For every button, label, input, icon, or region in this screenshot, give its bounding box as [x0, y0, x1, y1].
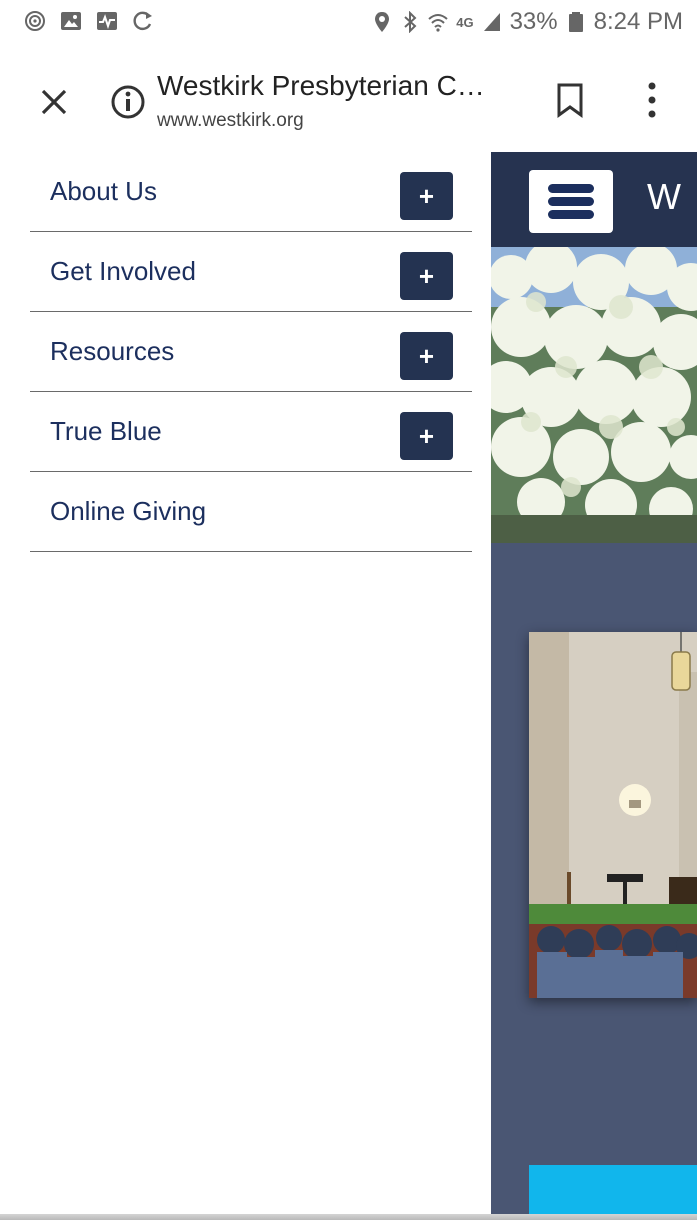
hamburger-menu-button[interactable]	[529, 170, 613, 233]
close-icon[interactable]	[36, 84, 72, 120]
bluetooth-icon	[404, 11, 417, 33]
blossom-tree-picture	[491, 247, 697, 543]
expand-resources-button[interactable]: +	[400, 332, 453, 380]
bottom-edge	[0, 1214, 697, 1220]
hamburger-icon	[548, 184, 594, 193]
system-icons: 4G 33% 8:24 PM	[372, 8, 683, 36]
nav-item-true-blue[interactable]: True Blue +	[30, 392, 472, 472]
site-content: W	[491, 152, 697, 1220]
cta-banner[interactable]	[529, 1165, 697, 1220]
clock: 8:24 PM	[593, 8, 683, 35]
nav-item-about-us[interactable]: About Us +	[30, 152, 472, 232]
nav-label: Online Giving	[50, 496, 207, 526]
nav-label: Resources	[50, 336, 175, 366]
nav-item-get-involved[interactable]: Get Involved +	[30, 232, 472, 312]
signal-icon	[483, 13, 500, 31]
expand-get-involved-button[interactable]: +	[400, 252, 453, 300]
status-bar: 4G 33% 8:24 PM	[0, 0, 697, 50]
page-title: Westkirk Presbyterian C…	[157, 70, 485, 101]
nav-item-online-giving[interactable]: Online Giving	[30, 472, 472, 552]
info-icon[interactable]	[110, 84, 146, 120]
more-options-icon[interactable]	[640, 80, 664, 120]
site-title: W	[647, 176, 681, 217]
bookmark-icon[interactable]	[554, 82, 586, 118]
nav-label: Get Involved	[50, 256, 196, 286]
image-icon	[61, 12, 81, 30]
expand-about-us-button[interactable]: +	[400, 172, 453, 220]
battery-icon	[568, 12, 583, 32]
page-url: www.westkirk.org	[157, 110, 304, 131]
wifi-icon	[428, 14, 448, 32]
activity-icon	[97, 12, 117, 30]
sanctuary-picture	[529, 632, 697, 998]
sync-icon	[133, 11, 152, 31]
location-icon	[375, 12, 390, 32]
network-type-label: 4G	[456, 14, 474, 30]
nav-drawer: About Us + Get Involved + Resources + Tr…	[0, 152, 491, 1220]
nav-item-resources[interactable]: Resources +	[30, 312, 472, 392]
nav-label: True Blue	[50, 416, 162, 446]
expand-true-blue-button[interactable]: +	[400, 412, 453, 460]
notification-icons	[24, 10, 154, 32]
fingerprint-icon	[25, 11, 45, 31]
hero-image	[491, 247, 697, 543]
nav-label: About Us	[50, 176, 157, 206]
site-header: W	[491, 152, 697, 247]
sanctuary-photo	[529, 632, 697, 998]
battery-percent: 33%	[509, 8, 558, 35]
browser-url-bar: Westkirk Presbyterian C… www.westkirk.or…	[0, 50, 697, 153]
